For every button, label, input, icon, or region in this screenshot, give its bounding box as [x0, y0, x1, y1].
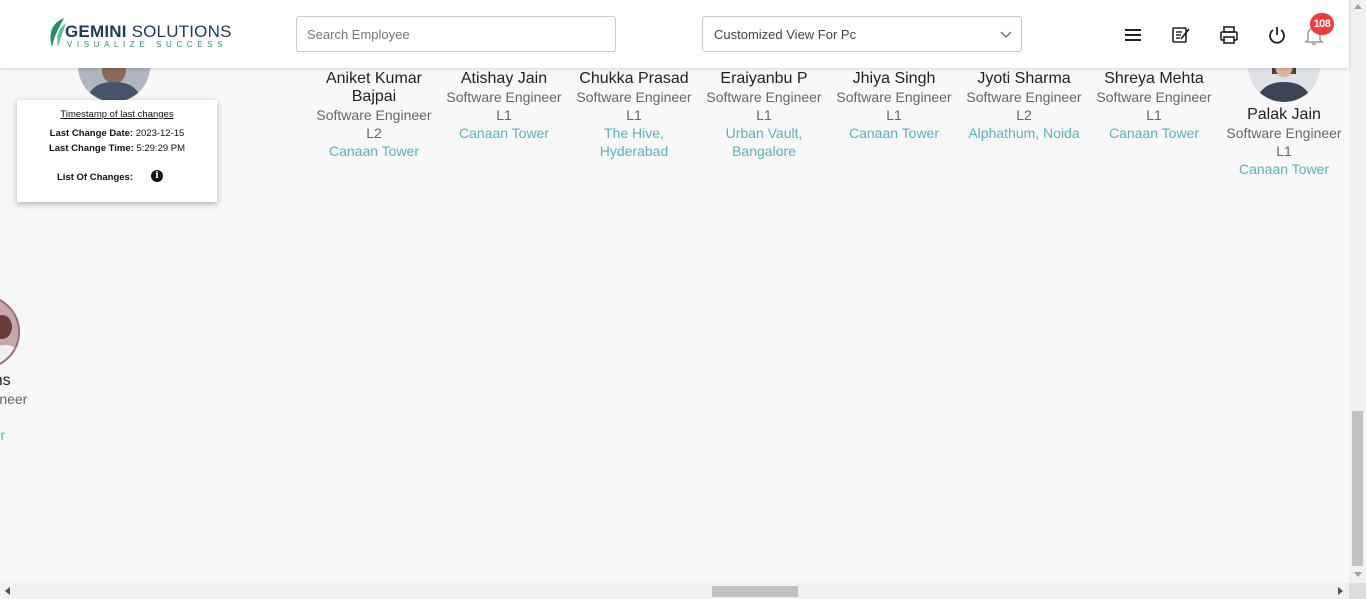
- employee-card[interactable]: Eraiyanbu P Software Engineer L1 Urban V…: [699, 70, 829, 160]
- top-header: GEMINI SOLUTIONS VISUALIZE SUCCESS Custo…: [0, 0, 1349, 68]
- horizontal-scrollbar[interactable]: [0, 583, 1349, 599]
- employee-role: Software Engineer L1: [1096, 89, 1212, 123]
- chevron-down-icon: [1000, 31, 1012, 38]
- printer-icon[interactable]: [1218, 24, 1240, 46]
- employee-role: Software Engineer L1: [576, 89, 692, 123]
- employee-card[interactable]: Jyoti Sharma Software Engineer L2 Alphat…: [959, 70, 1089, 142]
- notification-count-badge: 108: [1310, 13, 1334, 35]
- employee-card[interactable]: Jhiya Singh Software Engineer L1 Canaan …: [829, 70, 959, 142]
- employee-name: Atishay Jain: [460, 70, 548, 87]
- employee-location: Canaan Tower: [848, 125, 940, 141]
- search-employee-input[interactable]: [296, 16, 616, 52]
- employee-role: Software Engineer L2: [966, 89, 1082, 123]
- employee-location: The Hive, Hyderabad: [599, 125, 669, 159]
- employee-role: Software Engineer L1: [1226, 125, 1342, 159]
- vertical-scrollbar[interactable]: [1349, 0, 1366, 583]
- employee-location: Canaan Tower: [458, 125, 550, 141]
- employee-name: Shreya Mehta: [1104, 70, 1204, 87]
- horizontal-scroll-thumb[interactable]: [712, 586, 798, 597]
- employee-role-level: [0, 408, 40, 426]
- employee-role: Software Engineer L1: [836, 89, 952, 123]
- company-logo[interactable]: GEMINI SOLUTIONS VISUALIZE SUCCESS: [46, 16, 231, 52]
- employee-name: Palak Jain: [1247, 106, 1321, 123]
- info-icon[interactable]: i: [151, 170, 163, 182]
- employee-name: Chukka Prasad: [579, 70, 689, 87]
- person-photo-icon: [0, 297, 18, 367]
- employee-card[interactable]: Chukka Prasad Software Engineer L1 The H…: [569, 70, 699, 160]
- scroll-right-arrow-icon[interactable]: [1338, 587, 1343, 595]
- employee-card[interactable]: Aniket Kumar Bajpai Software Engineer L2…: [309, 70, 439, 160]
- employee-name: Eraiyanbu P: [720, 70, 808, 87]
- employee-location: ower: [0, 427, 6, 443]
- employee-role: ngineer: [0, 391, 28, 407]
- scroll-left-arrow-icon[interactable]: [5, 587, 10, 595]
- employee-location: Canaan Tower: [328, 143, 420, 159]
- employee-location: Urban Vault, Bangalore: [725, 125, 803, 159]
- employee-location: Canaan Tower: [1108, 125, 1200, 141]
- timestamp-card-title: Timestamp of last changes: [60, 109, 174, 120]
- employee-location: Canaan Tower: [1238, 161, 1330, 177]
- menu-icon[interactable]: [1122, 24, 1144, 46]
- employee-card[interactable]: Shreya Mehta Software Engineer L1 Canaan…: [1089, 70, 1219, 142]
- power-icon[interactable]: [1266, 24, 1288, 46]
- list-of-changes-label: List Of Changes:: [57, 172, 134, 183]
- employee-avatar[interactable]: [0, 295, 20, 369]
- vertical-scroll-thumb[interactable]: [1352, 411, 1363, 566]
- employee-role: Software Engineer L2: [316, 107, 432, 141]
- employee-card[interactable]: Atishay Jain Software Engineer L1 Canaan…: [439, 70, 569, 142]
- employee-card[interactable]: Palak Jain Software Engineer L1 Canaan T…: [1219, 106, 1349, 178]
- employee-role: Software Engineer L1: [446, 89, 562, 123]
- view-select-value: Customized View For Pc: [714, 27, 857, 42]
- logo-brand: GEMINI SOLUTIONS: [65, 22, 232, 41]
- employee-card[interactable]: Hans ngineer ower: [0, 372, 40, 444]
- employee-location: Alphathum, Noida: [968, 125, 1080, 141]
- logo-tagline: VISUALIZE SUCCESS: [67, 40, 228, 49]
- employee-name: Jhiya Singh: [852, 70, 936, 87]
- employee-name: Hans: [0, 372, 11, 389]
- scroll-down-arrow-icon[interactable]: [1354, 572, 1362, 577]
- employee-name: Jyoti Sharma: [977, 70, 1071, 87]
- scrollbar-corner: [1349, 583, 1366, 599]
- view-select[interactable]: Customized View For Pc: [702, 16, 1022, 52]
- scroll-up-arrow-icon[interactable]: [1354, 4, 1362, 9]
- last-change-time: Last Change Time: 5:29:29 PM: [48, 143, 186, 154]
- employee-role: Software Engineer L1: [706, 89, 822, 123]
- notes-icon[interactable]: [1170, 24, 1192, 46]
- timestamp-card: Timestamp of last changes Last Change Da…: [17, 100, 217, 202]
- last-change-date: Last Change Date: 2023-12-15: [49, 128, 185, 139]
- employee-name: Aniket Kumar Bajpai: [325, 70, 423, 105]
